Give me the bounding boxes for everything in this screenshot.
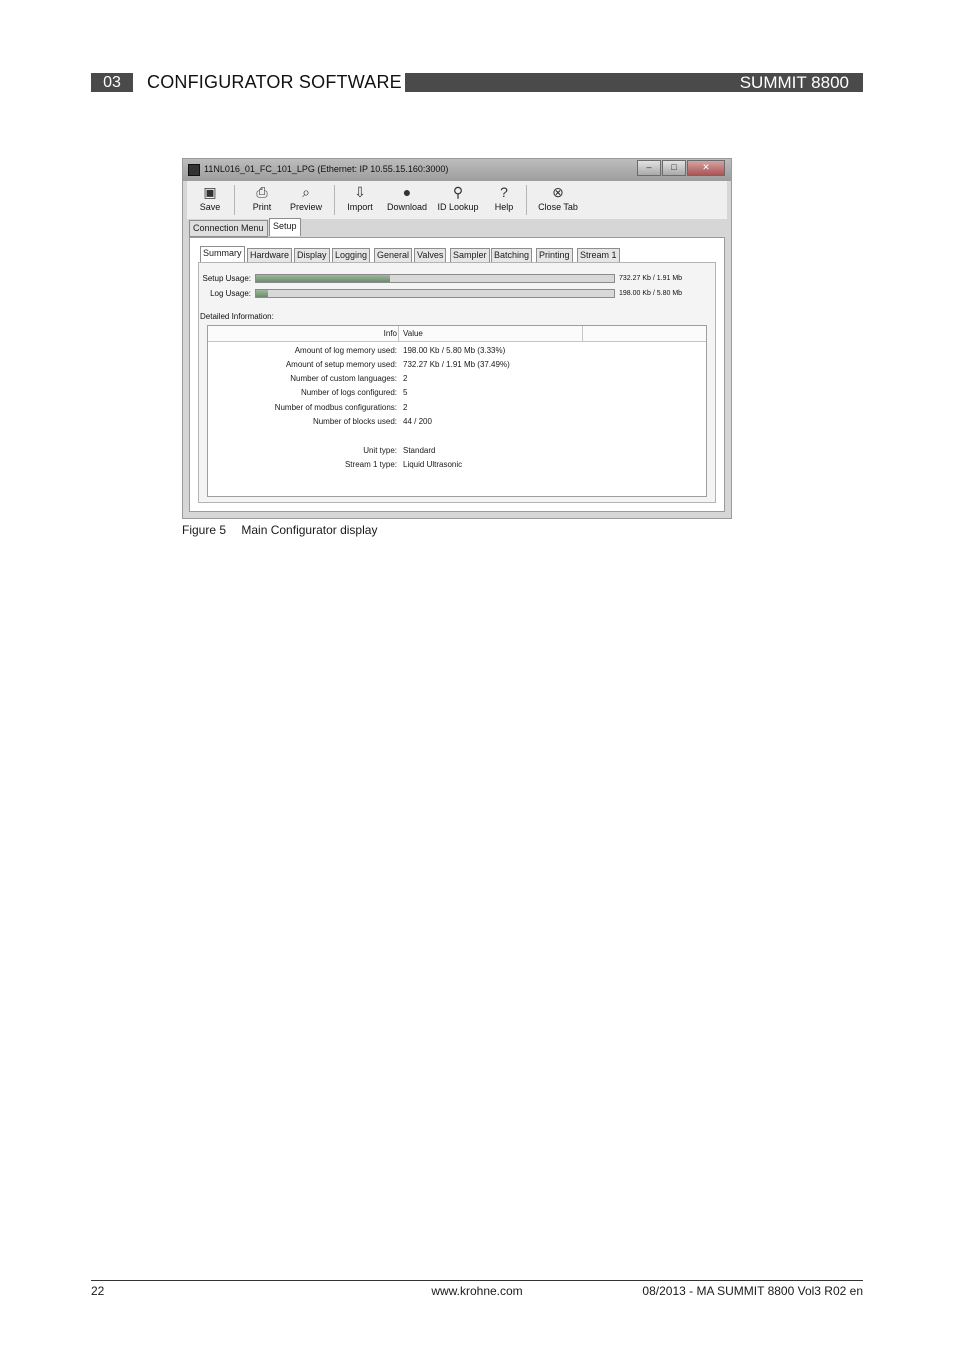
id-lookup-button[interactable]: ⚲ ID Lookup (435, 184, 481, 212)
window-titlebar: 11NL016_01_FC_101_LPG (Ethernet: IP 10.5… (183, 159, 731, 181)
info-value: 2 (403, 403, 408, 412)
tab-valves[interactable]: Valves (414, 248, 447, 263)
tab-batching[interactable]: Batching (491, 248, 533, 263)
print-button[interactable]: ⎙ Print (247, 184, 277, 212)
print-label: Print (252, 202, 272, 212)
download-label: Download (386, 202, 428, 212)
log-usage-fill (256, 290, 268, 297)
save-label: Save (199, 202, 221, 212)
tab-hardware[interactable]: Hardware (247, 248, 293, 263)
info-key: Number of modbus configurations: (274, 403, 397, 412)
product-name: SUMMIT 8800 (739, 73, 849, 92)
maximize-button[interactable]: □ (662, 160, 686, 176)
tab-setup[interactable]: Setup (269, 218, 301, 236)
help-button[interactable]: ? Help (491, 184, 517, 212)
tab-stream-1[interactable]: Stream 1 (577, 248, 620, 263)
setup-usage-value: 732.27 Kb / 1.91 Mb (619, 275, 683, 282)
import-label: Import (347, 202, 373, 212)
download-button[interactable]: ● Download (383, 184, 431, 212)
figure-number: Figure 5 (182, 523, 227, 537)
info-table: Info Value Amount of log memory used: 19… (207, 325, 707, 497)
preview-label: Preview (289, 202, 322, 212)
toolbar: ▣ Save ⎙ Print ⌕ Preview ⇩ Import ● Down… (187, 181, 727, 219)
log-usage-bar (255, 289, 615, 298)
column-divider (398, 326, 399, 341)
info-row: Amount of setup memory used: 732.27 Kb /… (208, 360, 706, 374)
info-key: Unit type: (363, 446, 397, 455)
info-value: 5 (403, 388, 408, 397)
info-value: Liquid Ultrasonic (403, 460, 463, 469)
info-table-header: Info Value (208, 326, 706, 342)
setup-usage-label: Setup Usage: (202, 274, 251, 283)
info-row: Unit type: Standard (208, 446, 706, 460)
info-key: Stream 1 type: (344, 460, 397, 469)
window-title: 11NL016_01_FC_101_LPG (Ethernet: IP 10.5… (204, 164, 449, 174)
preview-icon: ⌕ (302, 184, 310, 200)
download-icon: ● (402, 184, 412, 200)
close-tab-button[interactable]: ⊗ Close Tab (535, 184, 581, 212)
close-tab-label: Close Tab (538, 202, 578, 212)
help-label: Help (494, 202, 514, 212)
info-key: Number of blocks used: (312, 417, 397, 426)
preview-button[interactable]: ⌕ Preview (287, 184, 325, 212)
section-number: 03 (91, 73, 133, 92)
log-usage-value: 198.00 Kb / 5.80 Mb (619, 290, 683, 297)
toolbar-separator (234, 185, 235, 215)
printer-icon: ⎙ (256, 184, 268, 200)
detailed-information-label: Detailed Information: (200, 312, 274, 321)
help-icon: ? (500, 184, 508, 200)
close-window-button[interactable]: ✕ (687, 160, 725, 176)
info-row: Amount of log memory used: 198.00 Kb / 5… (208, 346, 706, 360)
page-header: 03 CONFIGURATOR SOFTWARE SUMMIT 8800 (91, 72, 863, 92)
info-value: 44 / 200 (403, 417, 432, 426)
configurator-window: 11NL016_01_FC_101_LPG (Ethernet: IP 10.5… (182, 158, 732, 519)
info-row: Number of custom languages: 2 (208, 374, 706, 388)
document-id: 08/2013 - MA SUMMIT 8800 Vol3 R02 en (642, 1284, 863, 1298)
info-key: Amount of setup memory used: (285, 360, 397, 369)
minimize-button[interactable]: – (637, 160, 661, 176)
setup-panel: Summary Hardware Display Logging General… (189, 237, 725, 512)
info-row: Number of logs configured: 5 (208, 388, 706, 402)
setup-usage-fill (256, 275, 391, 282)
close-circle-icon: ⊗ (552, 184, 564, 200)
log-usage-label: Log Usage: (210, 289, 251, 298)
tab-logging[interactable]: Logging (332, 248, 371, 263)
import-button[interactable]: ⇩ Import (343, 184, 377, 212)
floppy-icon: ▣ (203, 184, 217, 200)
tab-display[interactable]: Display (294, 248, 330, 263)
info-value: 2 (403, 374, 408, 383)
import-icon: ⇩ (354, 184, 366, 200)
header-bar: SUMMIT 8800 (405, 73, 863, 92)
info-row: Number of blocks used: 44 / 200 (208, 417, 706, 431)
info-row: Stream 1 type: Liquid Ultrasonic (208, 460, 706, 474)
info-key: Amount of log memory used: (294, 346, 397, 355)
figure-caption: Figure 5 Main Configurator display (182, 523, 377, 537)
tab-sampler[interactable]: Sampler (450, 248, 490, 263)
toolbar-separator (526, 185, 527, 215)
tab-general[interactable]: General (374, 248, 413, 263)
section-title: CONFIGURATOR SOFTWARE (147, 72, 402, 92)
value-column-header: Value (403, 329, 423, 338)
info-row: Number of modbus configurations: 2 (208, 403, 706, 417)
app-icon (188, 164, 200, 176)
info-value: Standard (403, 446, 436, 455)
save-button[interactable]: ▣ Save (195, 184, 225, 212)
toolbar-separator (334, 185, 335, 215)
tab-summary[interactable]: Summary (200, 246, 245, 263)
column-divider (582, 326, 583, 341)
info-column-header: Info (383, 329, 397, 338)
setup-usage-bar (255, 274, 615, 283)
info-key: Number of custom languages: (290, 374, 397, 383)
footer-rule (91, 1280, 863, 1281)
figure-title: Main Configurator display (241, 523, 378, 537)
info-value: 198.00 Kb / 5.80 Mb (3.33%) (403, 346, 506, 355)
tab-printing[interactable]: Printing (536, 248, 573, 263)
info-value: 732.27 Kb / 1.91 Mb (37.49%) (403, 360, 510, 369)
info-key: Number of logs configured: (300, 388, 397, 397)
tab-connection-menu[interactable]: Connection Menu (189, 220, 268, 237)
info-row (208, 431, 706, 445)
id-lookup-label: ID Lookup (437, 202, 479, 212)
summary-tab-body: Setup Usage: 732.27 Kb / 1.91 Mb Log Usa… (198, 262, 716, 503)
magnifier-icon: ⚲ (452, 184, 464, 200)
